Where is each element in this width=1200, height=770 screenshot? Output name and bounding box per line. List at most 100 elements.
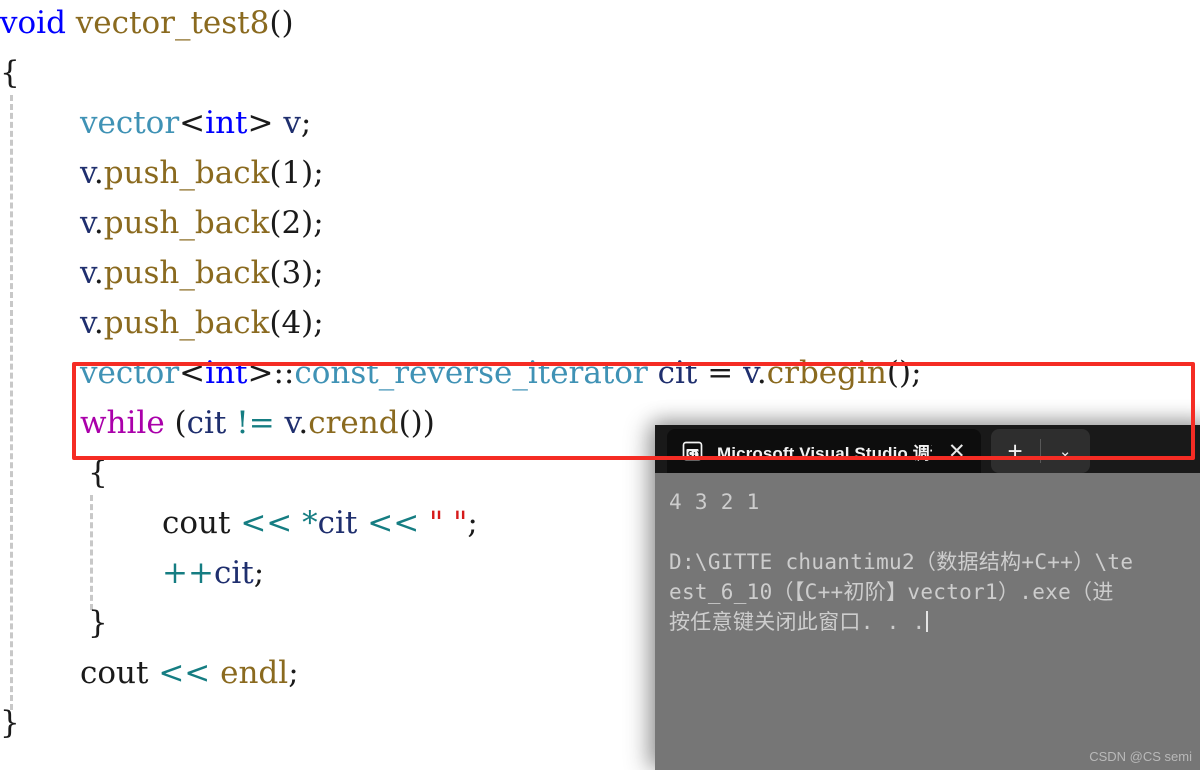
code-token: . [93, 305, 104, 341]
code-token: << [158, 655, 211, 691]
code-token: v [284, 405, 299, 441]
code-token: int [205, 105, 248, 141]
console-cmd-icon: C:\ [681, 441, 704, 461]
code-token: cit [657, 355, 698, 391]
code-line[interactable]: void vector_test8() [0, 0, 294, 48]
code-token: :: [273, 355, 295, 391]
code-token: ; [288, 655, 299, 691]
code-token: v [80, 205, 94, 241]
console-titlebar[interactable]: C:\ Microsoft Visual Studio 调试挖 ✕ + ⌄ [655, 425, 1200, 473]
code-line[interactable]: { [0, 448, 108, 498]
code-token: v [283, 105, 301, 141]
code-token: << [367, 505, 420, 541]
code-token: ( [164, 405, 187, 441]
code-token: < [179, 355, 206, 391]
code-token: cout [80, 655, 149, 691]
code-token: = [697, 355, 744, 391]
close-icon[interactable]: ✕ [945, 441, 969, 462]
code-token: crbegin [766, 355, 887, 391]
code-token: v [80, 155, 94, 191]
code-token: push_back [103, 305, 270, 341]
code-line[interactable]: v.push_back(2); [0, 198, 324, 248]
code-line[interactable]: } [0, 698, 20, 748]
code-token: vector [80, 355, 180, 391]
console-output-line: 4 3 2 1 [669, 490, 760, 514]
code-token: ()) [398, 405, 435, 441]
code-token: (); [886, 355, 922, 391]
code-line[interactable]: { [0, 48, 20, 98]
console-window[interactable]: C:\ Microsoft Visual Studio 调试挖 ✕ + ⌄ 4 … [655, 425, 1200, 770]
code-token: v [80, 305, 94, 341]
console-tab-actions[interactable]: + ⌄ [990, 429, 1090, 473]
console-tab-active[interactable]: C:\ Microsoft Visual Studio 调试挖 ✕ [667, 429, 981, 473]
code-token: crend [308, 405, 399, 441]
code-line[interactable]: ++cit; [0, 548, 264, 598]
code-line[interactable]: v.push_back(1); [0, 148, 324, 198]
code-token: (4); [269, 305, 324, 341]
new-tab-button[interactable]: + [991, 429, 1040, 473]
console-output-line: D:\GITTE chuantimu2（数据结构+C++）\te [669, 550, 1134, 574]
console-output-area[interactable]: 4 3 2 1 D:\GITTE chuantimu2（数据结构+C++）\te e… [655, 473, 1200, 770]
code-token: < [179, 105, 206, 141]
code-token: v [743, 355, 757, 391]
code-token: (3); [269, 255, 324, 291]
code-line[interactable]: cout << endl; [0, 648, 299, 698]
code-token: cit [213, 555, 254, 591]
code-token: > [247, 105, 284, 141]
console-output-line: est_6_10（【C++初阶】vector1）.exe（进 [669, 580, 1114, 604]
code-token: > [247, 355, 274, 391]
code-token: . [298, 405, 309, 441]
code-token: } [0, 705, 20, 741]
code-token: vector [80, 105, 180, 141]
code-token: { [0, 55, 20, 91]
code-token: cit [186, 405, 227, 441]
code-line[interactable]: v.push_back(3); [0, 248, 324, 298]
code-token: ; [467, 505, 478, 541]
code-token: * [302, 505, 318, 541]
console-tab-title: Microsoft Visual Studio 调试挖 [717, 443, 932, 463]
code-token: int [205, 355, 248, 391]
code-token: << [240, 505, 293, 541]
svg-text:C:\: C:\ [688, 449, 702, 458]
code-token: { [88, 455, 108, 491]
code-line[interactable]: cout << *cit << " "; [0, 498, 478, 548]
code-line[interactable]: vector<int>::const_reverse_iterator cit … [0, 348, 922, 398]
code-line[interactable]: v.push_back(4); [0, 298, 324, 348]
code-token: (2); [269, 205, 324, 241]
code-token: } [88, 605, 108, 641]
code-token: v [80, 255, 94, 291]
code-token: != [236, 405, 275, 441]
code-token: void [0, 5, 66, 41]
code-line[interactable]: while (cit != v.crend()) [0, 398, 435, 448]
code-token: . [93, 205, 104, 241]
code-token: const_reverse_iterator [294, 355, 648, 391]
code-token: ; [300, 105, 312, 141]
code-token: while [80, 405, 165, 441]
watermark: CSDN @CS semi [1089, 749, 1192, 764]
code-line[interactable]: vector<int> v; [0, 98, 311, 148]
code-token: () [269, 5, 294, 41]
code-token: ++ [162, 555, 214, 591]
console-output-line: 按任意键关闭此窗口. . . [669, 607, 1200, 637]
code-token: ; [253, 555, 265, 591]
code-line[interactable]: } [0, 598, 108, 648]
code-token: endl [220, 655, 289, 691]
chevron-down-icon[interactable]: ⌄ [1041, 429, 1090, 473]
code-token: push_back [103, 205, 270, 241]
code-token: " " [429, 505, 468, 541]
code-token: cout [162, 505, 231, 541]
code-token: vector_test8 [75, 5, 270, 41]
code-token: cit [317, 505, 358, 541]
code-token: (1); [269, 155, 324, 191]
code-token: push_back [103, 155, 270, 191]
